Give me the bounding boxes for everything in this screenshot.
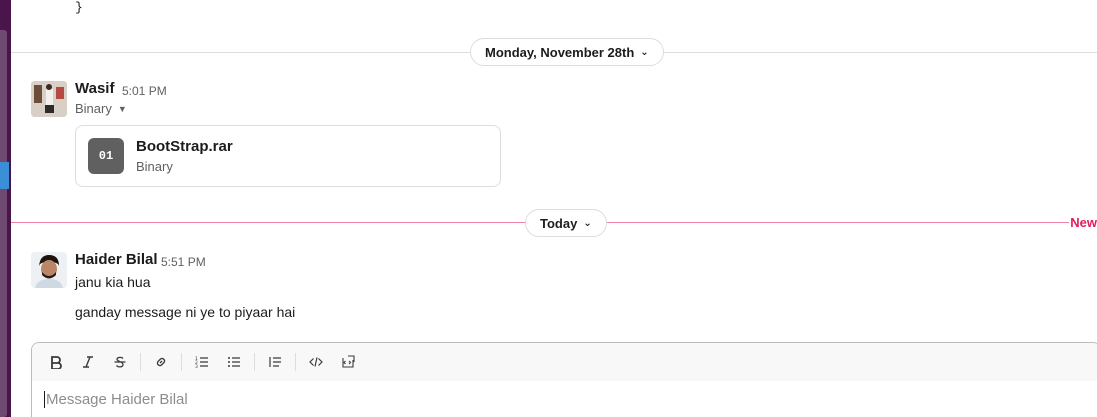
avatar[interactable] <box>31 252 67 288</box>
file-name[interactable]: BootStrap.rar <box>136 138 233 155</box>
message-author[interactable]: Wasif <box>75 80 114 97</box>
blockquote-icon[interactable] <box>261 348 289 376</box>
binary-file-icon: 01 <box>88 138 124 174</box>
date-divider-label: Monday, November 28th <box>485 44 635 60</box>
file-type-toggle[interactable]: Binary ▼ <box>75 101 127 116</box>
sidebar-scrollbar[interactable] <box>0 30 7 417</box>
chevron-down-icon: ⌄ <box>583 217 592 229</box>
caret-down-icon: ▼ <box>117 103 127 114</box>
workspace-sidebar-edge <box>0 0 11 417</box>
message-timestamp[interactable]: 5:51 PM <box>161 255 206 269</box>
date-divider-button[interactable]: Monday, November 28th ⌄ <box>470 38 664 66</box>
ordered-list-icon[interactable]: 123 <box>188 348 216 376</box>
svg-text:3: 3 <box>195 364 198 369</box>
today-divider-button[interactable]: Today ⌄ <box>525 209 607 237</box>
link-icon[interactable] <box>147 348 175 376</box>
formatting-toolbar: 123 <box>32 343 1097 381</box>
toolbar-separator <box>295 353 296 371</box>
message-pane: } Monday, November 28th ⌄ Wasif 5:01 PM … <box>11 0 1097 417</box>
italic-icon[interactable] <box>74 348 102 376</box>
message-text: ganday message ni ye to piyaar hai <box>75 304 296 320</box>
message-composer[interactable]: 123 Message Haider Bilal <box>31 342 1097 417</box>
new-messages-label: New <box>1070 215 1097 230</box>
code-icon[interactable] <box>302 348 330 376</box>
code-snippet-tail: } <box>75 0 83 15</box>
file-attachment-card[interactable]: 01 BootStrap.rar Binary <box>75 125 501 187</box>
code-block-icon[interactable] <box>334 348 362 376</box>
file-type-label: Binary <box>75 101 112 116</box>
bold-icon[interactable] <box>42 348 70 376</box>
chevron-down-icon: ⌄ <box>640 46 649 58</box>
toolbar-separator <box>254 353 255 371</box>
message-timestamp[interactable]: 5:01 PM <box>122 84 167 98</box>
bulleted-list-icon[interactable] <box>220 348 248 376</box>
message-text: janu kia hua <box>75 274 151 290</box>
toolbar-separator <box>140 353 141 371</box>
message-author[interactable]: Haider Bilal <box>75 251 158 268</box>
toolbar-separator <box>181 353 182 371</box>
avatar[interactable] <box>31 81 67 117</box>
strikethrough-icon[interactable] <box>106 348 134 376</box>
message-input[interactable]: Message Haider Bilal <box>44 391 188 408</box>
file-type: Binary <box>136 159 173 174</box>
today-divider-label: Today <box>540 215 578 231</box>
sidebar-active-marker <box>0 162 9 189</box>
